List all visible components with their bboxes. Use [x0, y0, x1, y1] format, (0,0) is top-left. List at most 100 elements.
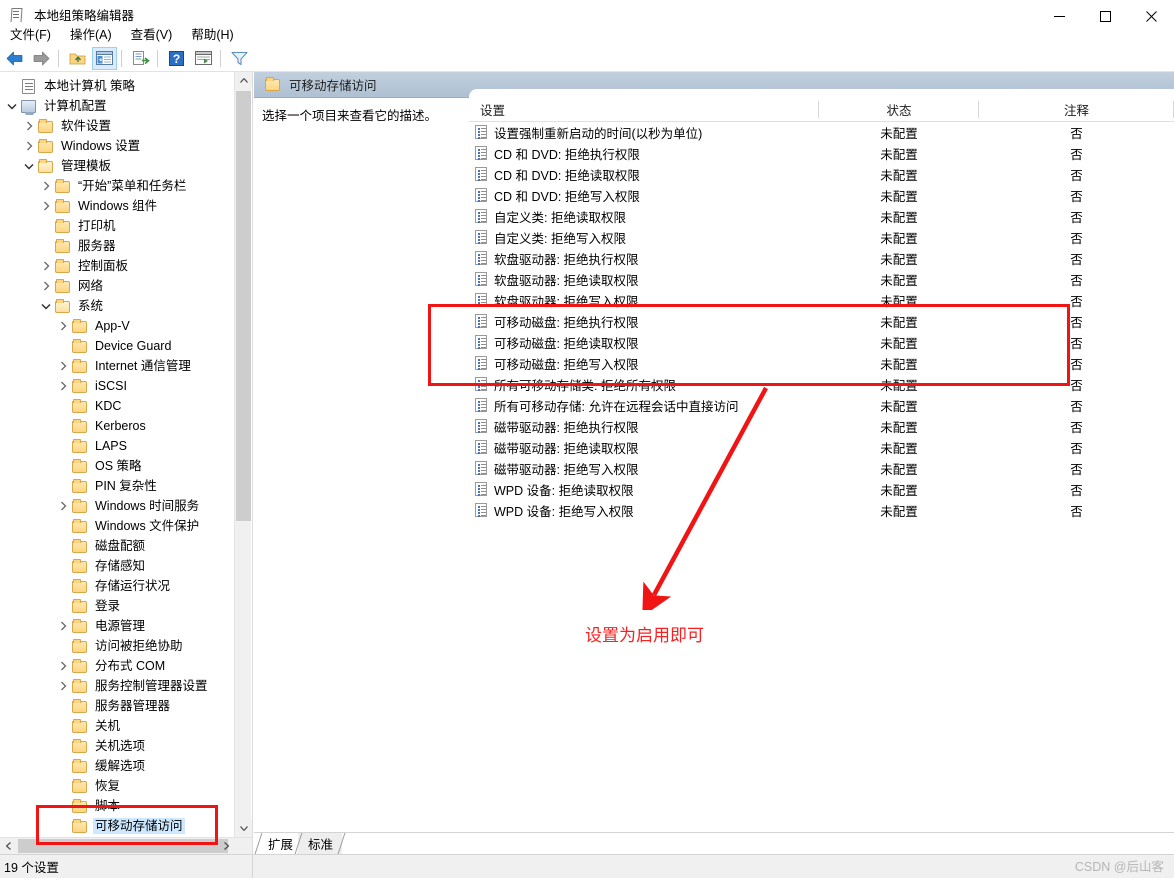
cell-comment: 否 — [1070, 442, 1083, 456]
table-row[interactable]: 设置强制重新启动的时间(以秒为单位) 未配置 否 — [469, 122, 1174, 143]
help-icon[interactable]: ? — [164, 47, 189, 70]
tree-item[interactable]: 磁盘配额 — [0, 536, 234, 556]
tree-horizontal-scrollbar[interactable] — [0, 837, 252, 854]
chevron-right-icon[interactable] — [55, 658, 71, 674]
column-header-comment[interactable]: 注释 — [979, 98, 1174, 122]
scroll-down-icon[interactable] — [235, 820, 252, 837]
tree-item[interactable]: Device Guard — [0, 336, 234, 356]
chevron-right-icon[interactable] — [55, 498, 71, 514]
table-row[interactable]: CD 和 DVD: 拒绝写入权限 未配置 否 — [469, 185, 1174, 206]
tree-vertical-scrollbar[interactable] — [234, 72, 252, 837]
table-row[interactable]: CD 和 DVD: 拒绝执行权限 未配置 否 — [469, 143, 1174, 164]
chevron-right-icon[interactable] — [38, 258, 54, 274]
up-folder-icon[interactable] — [65, 47, 90, 70]
chevron-right-icon[interactable] — [55, 378, 71, 394]
chevron-down-icon[interactable] — [4, 98, 20, 114]
tree-item[interactable]: 管理模板 — [0, 156, 234, 176]
tree-item[interactable]: 关机 — [0, 716, 234, 736]
column-header-state[interactable]: 状态 — [819, 98, 979, 122]
chevron-right-icon[interactable] — [38, 198, 54, 214]
tree-item[interactable]: Windows 设置 — [0, 136, 234, 156]
scroll-left-icon[interactable] — [0, 838, 17, 854]
chevron-right-icon[interactable] — [55, 358, 71, 374]
table-row[interactable]: 磁带驱动器: 拒绝执行权限 未配置 否 — [469, 416, 1174, 437]
chevron-down-icon[interactable] — [38, 298, 54, 314]
table-row[interactable]: 自定义类: 拒绝读取权限 未配置 否 — [469, 206, 1174, 227]
table-row[interactable]: WPD 设备: 拒绝写入权限 未配置 否 — [469, 500, 1174, 521]
tree-item[interactable]: 分布式 COM — [0, 656, 234, 676]
table-row[interactable]: 可移动磁盘: 拒绝写入权限 未配置 否 — [469, 353, 1174, 374]
tree-item[interactable]: 登录 — [0, 596, 234, 616]
show-hide-tree-icon[interactable] — [92, 46, 117, 70]
table-row[interactable]: 磁带驱动器: 拒绝读取权限 未配置 否 — [469, 437, 1174, 458]
table-row[interactable]: 软盘驱动器: 拒绝执行权限 未配置 否 — [469, 248, 1174, 269]
back-icon[interactable] — [2, 47, 27, 70]
table-row[interactable]: CD 和 DVD: 拒绝读取权限 未配置 否 — [469, 164, 1174, 185]
menu-help[interactable]: 帮助(H) — [182, 22, 242, 45]
tree-item[interactable]: KDC — [0, 396, 234, 416]
filter-icon[interactable] — [227, 47, 252, 70]
table-row[interactable]: 可移动磁盘: 拒绝读取权限 未配置 否 — [469, 332, 1174, 353]
table-row[interactable]: 软盘驱动器: 拒绝写入权限 未配置 否 — [469, 290, 1174, 311]
tree-item[interactable]: 缓解选项 — [0, 756, 234, 776]
chevron-down-icon[interactable] — [21, 158, 37, 174]
tree-item[interactable]: 存储感知 — [0, 556, 234, 576]
tree-item[interactable]: 脚本 — [0, 796, 234, 816]
tree-item[interactable]: 服务器管理器 — [0, 696, 234, 716]
export-list-icon[interactable] — [128, 47, 153, 70]
tree-item[interactable]: 服务器 — [0, 236, 234, 256]
tree-item[interactable]: 电源管理 — [0, 616, 234, 636]
tree-item[interactable]: PIN 复杂性 — [0, 476, 234, 496]
column-header-setting[interactable]: 设置 — [469, 98, 819, 122]
table-row[interactable]: 所有可移动存储: 允许在远程会话中直接访问 未配置 否 — [469, 395, 1174, 416]
menu-file[interactable]: 文件(F) — [1, 22, 60, 45]
scroll-right-icon[interactable] — [218, 838, 235, 854]
tab-standard[interactable]: 标准 — [298, 833, 343, 854]
table-row[interactable]: 软盘驱动器: 拒绝读取权限 未配置 否 — [469, 269, 1174, 290]
scroll-up-icon[interactable] — [235, 72, 252, 89]
tree-scroll-thumb[interactable] — [236, 91, 251, 521]
tree-item[interactable]: 关机选项 — [0, 736, 234, 756]
tree-item[interactable]: Windows 时间服务 — [0, 496, 234, 516]
tree-item[interactable]: 访问被拒绝协助 — [0, 636, 234, 656]
tree-item[interactable]: App-V — [0, 316, 234, 336]
tree-item[interactable]: 系统 — [0, 296, 234, 316]
chevron-right-icon[interactable] — [55, 318, 71, 334]
tree-item[interactable]: 恢复 — [0, 776, 234, 796]
tree-item[interactable]: 网络 — [0, 276, 234, 296]
tree-item[interactable]: 服务控制管理器设置 — [0, 676, 234, 696]
tree-item[interactable]: OS 策略 — [0, 456, 234, 476]
chevron-right-icon[interactable] — [21, 118, 37, 134]
tree-hscroll-thumb[interactable] — [18, 839, 228, 853]
tree-item[interactable]: iSCSI — [0, 376, 234, 396]
forward-icon[interactable] — [29, 47, 54, 70]
properties-icon[interactable] — [191, 47, 216, 70]
chevron-right-icon[interactable] — [55, 618, 71, 634]
menu-action[interactable]: 操作(A) — [61, 22, 121, 45]
table-row[interactable]: 可移动磁盘: 拒绝执行权限 未配置 否 — [469, 311, 1174, 332]
folder-icon — [71, 818, 88, 834]
tree-item[interactable]: 软件设置 — [0, 116, 234, 136]
tree-item[interactable]: 本地计算机 策略 — [0, 76, 234, 96]
tree-item[interactable]: 打印机 — [0, 216, 234, 236]
chevron-right-icon[interactable] — [21, 138, 37, 154]
tree-item-label: 存储感知 — [95, 559, 146, 573]
tree-item[interactable]: Windows 组件 — [0, 196, 234, 216]
chevron-right-icon[interactable] — [55, 678, 71, 694]
menu-view[interactable]: 查看(V) — [122, 22, 182, 45]
table-row[interactable]: 磁带驱动器: 拒绝写入权限 未配置 否 — [469, 458, 1174, 479]
tree-item[interactable]: 控制面板 — [0, 256, 234, 276]
tree-item[interactable]: “开始”菜单和任务栏 — [0, 176, 234, 196]
tree-item[interactable]: 可移动存储访问 — [0, 816, 234, 836]
table-row[interactable]: WPD 设备: 拒绝读取权限 未配置 否 — [469, 479, 1174, 500]
chevron-right-icon[interactable] — [38, 278, 54, 294]
tree-item[interactable]: LAPS — [0, 436, 234, 456]
tree-item[interactable]: Windows 文件保护 — [0, 516, 234, 536]
tree-item[interactable]: Internet 通信管理 — [0, 356, 234, 376]
tree-item[interactable]: 存储运行状况 — [0, 576, 234, 596]
tree-item[interactable]: 计算机配置 — [0, 96, 234, 116]
tree-item[interactable]: Kerberos — [0, 416, 234, 436]
table-row[interactable]: 自定义类: 拒绝写入权限 未配置 否 — [469, 227, 1174, 248]
chevron-right-icon[interactable] — [38, 178, 54, 194]
table-row[interactable]: 所有可移动存储类: 拒绝所有权限 未配置 否 — [469, 374, 1174, 395]
